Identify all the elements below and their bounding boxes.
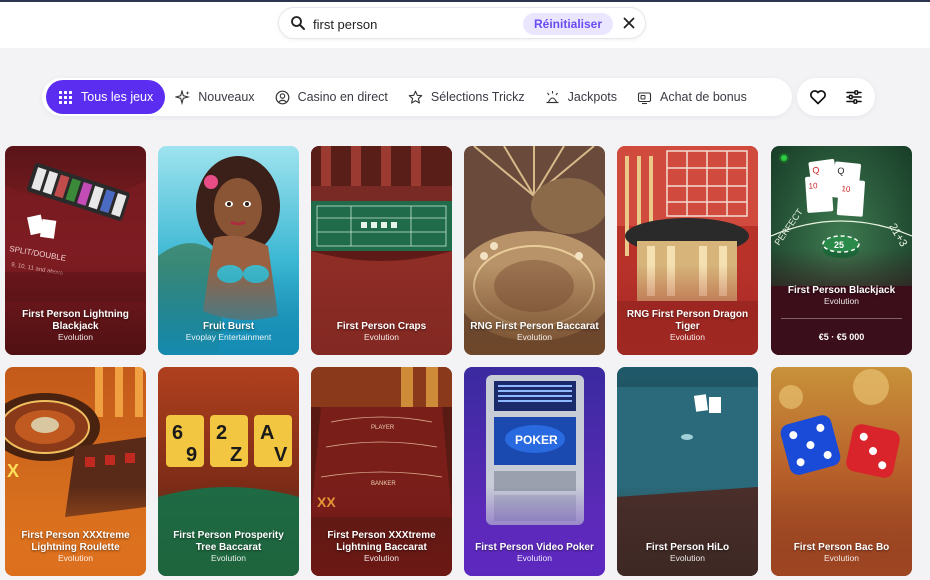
game-title: Fruit Burst: [202, 320, 255, 332]
category-tabs: Tous les jeux Nouveaux Casino en direct …: [42, 78, 792, 116]
game-card[interactable]: RNG First Person Dragon Tiger Evolution: [617, 146, 758, 355]
card-text: Fruit Burst Evoplay Entertainment: [164, 321, 293, 344]
game-provider: Evolution: [58, 553, 93, 563]
grid-icon: [59, 90, 72, 104]
game-card[interactable]: SPLIT/DOUBLE 9, 10, 11 and above First P…: [5, 146, 146, 355]
game-title: First Person Video Poker: [475, 541, 594, 553]
game-title: RNG First Person Baccarat: [470, 320, 599, 332]
svg-text:Q: Q: [812, 165, 820, 176]
card-text: First Person Blackjack Evolution: [777, 285, 906, 308]
game-card[interactable]: Fruit Burst Evoplay Entertainment: [158, 146, 299, 355]
tab-label: Jackpots: [567, 90, 618, 104]
svg-text:10: 10: [841, 184, 851, 194]
game-provider: Evolution: [211, 553, 246, 563]
action-buttons: [797, 78, 875, 116]
svg-text:Z: Z: [230, 444, 242, 466]
card-text: First Person Video Poker Evolution: [470, 542, 599, 565]
card-text: First Person Prosperity Tree Baccarat Ev…: [164, 530, 293, 564]
game-provider: Evolution: [824, 553, 859, 563]
tab-label: Sélections Trickz: [430, 90, 525, 104]
game-title: RNG First Person Dragon Tiger: [626, 309, 749, 332]
card-text: First Person Craps Evolution: [317, 321, 446, 344]
tab-trickz-selections[interactable]: Sélections Trickz: [398, 80, 535, 114]
svg-text:A: A: [260, 422, 274, 444]
game-title: First Person XXXtreme Lightning Baccarat: [327, 530, 436, 553]
svg-text:PLAYER: PLAYER: [371, 425, 395, 431]
tab-live-casino[interactable]: Casino en direct: [265, 80, 398, 114]
game-title: First Person HiLo: [645, 541, 730, 553]
svg-text:V: V: [274, 444, 288, 466]
search-icon: [291, 16, 305, 30]
game-title: First Person Prosperity Tree Baccarat: [173, 530, 284, 553]
close-icon[interactable]: [621, 15, 637, 31]
tab-new[interactable]: Nouveaux: [165, 80, 264, 114]
svg-text:POKER: POKER: [515, 433, 558, 447]
game-card[interactable]: First Person Bac Bo Evolution: [771, 367, 912, 576]
game-title: First Person XXXtreme Lightning Roulette: [21, 530, 130, 553]
tab-label: Achat de bonus: [660, 90, 747, 104]
svg-text:10: 10: [808, 181, 818, 191]
game-title: First Person Bac Bo: [793, 541, 890, 553]
game-provider: Evolution: [517, 553, 552, 563]
card-text: First Person XXXtreme Lightning Roulette…: [11, 530, 140, 564]
game-title: First Person Lightning Blackjack: [22, 309, 129, 332]
svg-text:6: 6: [172, 422, 183, 444]
sparkle-icon: [175, 89, 191, 105]
game-title: First Person Blackjack: [787, 284, 896, 296]
tab-label: Tous les jeux: [81, 90, 154, 104]
reset-button[interactable]: Réinitialiser: [523, 13, 614, 35]
tab-all-games[interactable]: Tous les jeux: [46, 80, 166, 114]
card-text: First Person HiLo Evolution: [623, 542, 752, 565]
card-text: RNG First Person Baccarat Evolution: [470, 321, 599, 344]
card-text: First Person Bac Bo Evolution: [777, 542, 906, 565]
svg-text:Q: Q: [837, 166, 845, 177]
tab-label: Casino en direct: [297, 90, 388, 104]
game-card[interactable]: First Person Craps Evolution: [311, 146, 452, 355]
card-text: First Person Lightning Blackjack Evoluti…: [11, 309, 140, 343]
game-provider: Evoplay Entertainment: [185, 332, 272, 342]
card-text: RNG First Person Dragon Tiger Evolution: [623, 309, 752, 343]
search-bar: Réinitialiser: [278, 7, 646, 39]
game-provider: Evolution: [364, 553, 399, 563]
game-provider: Evolution: [824, 296, 859, 306]
tab-jackpots[interactable]: Jackpots: [535, 80, 627, 114]
game-provider: Evolution: [670, 553, 705, 563]
search-input[interactable]: [313, 14, 493, 34]
game-provider: Evolution: [58, 332, 93, 342]
game-card[interactable]: Q Q 10 10 PERFECT 21+3 25 First Person B…: [771, 146, 912, 355]
header-bar: Réinitialiser: [0, 2, 930, 48]
svg-text:2: 2: [216, 422, 227, 444]
sliders-icon[interactable]: [845, 88, 863, 106]
game-card[interactable]: RNG First Person Baccarat Evolution: [464, 146, 605, 355]
game-provider: Evolution: [517, 332, 552, 342]
svg-text:X: X: [7, 461, 19, 481]
game-card[interactable]: PLAYER BANKER XX First Person XXXtreme L…: [311, 367, 452, 576]
dealer-icon: [275, 90, 289, 104]
bet-limits: €5 · €5 000: [771, 319, 912, 355]
game-card[interactable]: X First Person XXXtreme Lightning Roulet…: [5, 367, 146, 576]
star-icon: [408, 90, 423, 104]
tab-bonus-buy[interactable]: Achat de bonus: [627, 80, 757, 114]
tab-label: Nouveaux: [198, 90, 255, 104]
game-card[interactable]: POKER First Person Video Poker Evolution: [464, 367, 605, 576]
game-card[interactable]: First Person HiLo Evolution: [617, 367, 758, 576]
game-title: First Person Craps: [336, 320, 427, 332]
bonus-icon: [637, 91, 652, 104]
games-grid: SPLIT/DOUBLE 9, 10, 11 and above First P…: [5, 146, 915, 580]
live-indicator: [779, 153, 789, 163]
game-provider: Evolution: [670, 332, 705, 342]
game-card[interactable]: 6 2 A 9 Z V First Person Prosperity Tree Bac…: [158, 367, 299, 576]
heart-icon[interactable]: [809, 88, 827, 106]
svg-text:9: 9: [186, 444, 197, 466]
jackpot-icon: [546, 90, 559, 103]
card-text: First Person XXXtreme Lightning Baccarat…: [317, 530, 446, 564]
game-provider: Evolution: [364, 332, 399, 342]
